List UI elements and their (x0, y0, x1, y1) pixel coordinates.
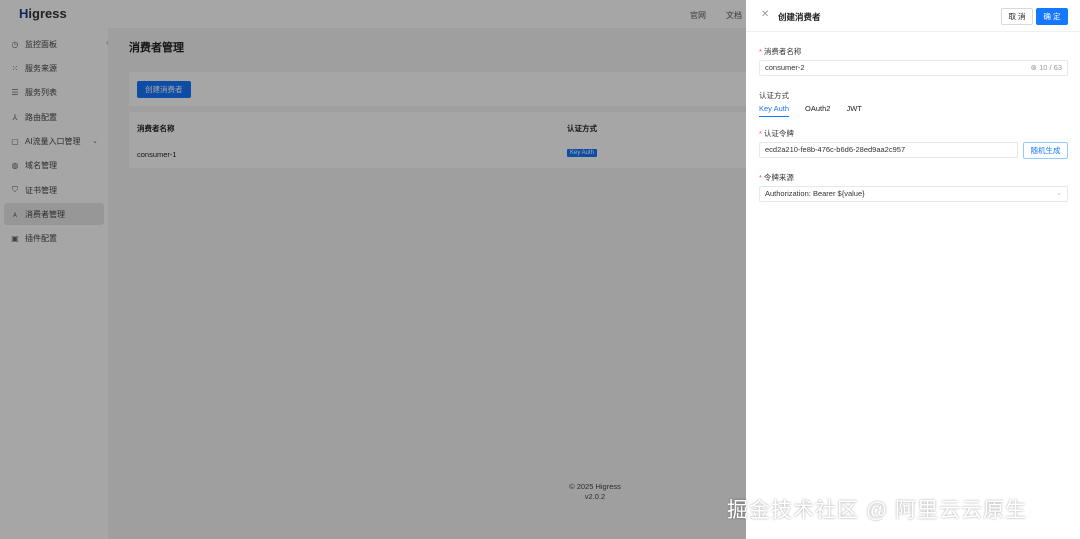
token-label: * 认证令牌 (759, 129, 794, 138)
tab-key-auth[interactable]: Key Auth (759, 104, 790, 117)
token-source-select[interactable]: Authorization: Bearer ${value} ⌄ (759, 186, 1068, 202)
char-count: 10 / 63 (1039, 63, 1062, 72)
auth-label: 认证方式 (759, 91, 789, 100)
create-consumer-drawer: ✕ 创建消费者 取 消 确 定 * 消费者名称 consumer-2 ⊗ 10 / … (746, 0, 1080, 539)
close-icon[interactable]: ✕ (761, 9, 769, 20)
watermark: 掘金技术社区 @ 阿里云云原生 (727, 499, 1027, 522)
confirm-button[interactable]: 确 定 (1036, 8, 1068, 25)
modal-mask[interactable] (0, 0, 746, 539)
clear-icon[interactable]: ⊗ (1031, 63, 1037, 72)
tab-oauth2[interactable]: OAuth2 (805, 104, 830, 117)
drawer-title: 创建消费者 (778, 12, 821, 22)
generate-random-button[interactable]: 随机生成 (1023, 142, 1068, 159)
name-label: * 消费者名称 (759, 47, 802, 56)
tab-jwt[interactable]: JWT (846, 104, 861, 117)
cancel-button[interactable]: 取 消 (1001, 8, 1033, 25)
token-input[interactable]: ecd2a210-fe8b-476c-b6d6-28ed9aa2c957 (759, 142, 1018, 158)
chevron-down-icon: ⌄ (1056, 190, 1062, 197)
token-source-label: * 令牌来源 (759, 173, 794, 182)
consumer-name-input[interactable]: consumer-2 ⊗ 10 / 63 (759, 60, 1068, 76)
